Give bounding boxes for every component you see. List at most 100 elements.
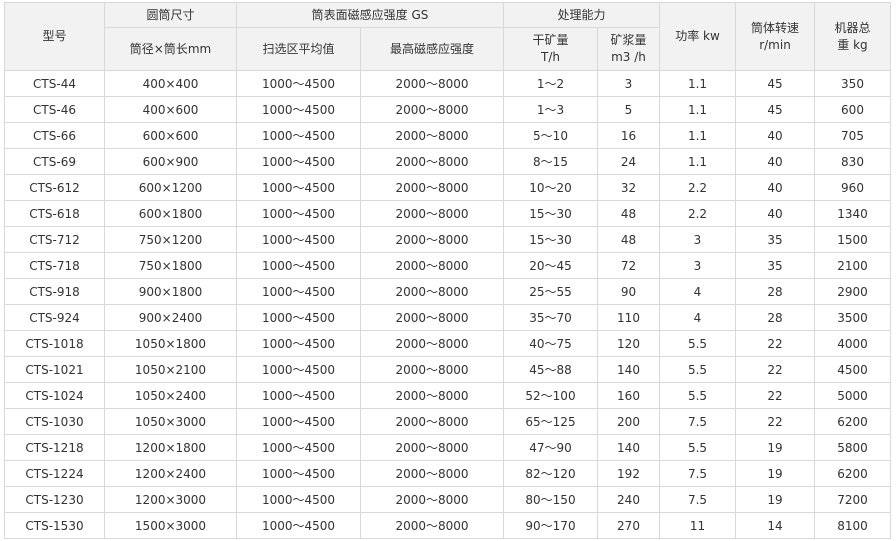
header-speed: 筒体转速 r/min xyxy=(735,2,815,71)
cell-dry-capacity: 65～125 xyxy=(503,408,598,435)
cell-dry-capacity: 10～20 xyxy=(503,174,598,201)
header-dry-line2: T/h xyxy=(541,50,560,64)
cell-power: 11 xyxy=(659,512,736,539)
cell-dry-capacity: 90～170 xyxy=(503,512,598,539)
cell-slurry-capacity: 32 xyxy=(597,174,660,201)
cell-field-avg: 1000～4500 xyxy=(236,304,361,331)
cell-slurry-capacity: 110 xyxy=(597,304,660,331)
cell-speed: 45 xyxy=(735,70,815,97)
cell-drum-size: 1050×2100 xyxy=(104,356,237,383)
cell-field-max: 2000～8000 xyxy=(360,512,504,539)
cell-field-avg: 1000～4500 xyxy=(236,278,361,305)
cell-speed: 40 xyxy=(735,200,815,227)
cell-field-avg: 1000～4500 xyxy=(236,122,361,149)
cell-power: 1.1 xyxy=(659,122,736,149)
cell-field-max: 2000～8000 xyxy=(360,408,504,435)
table-row: CTS-46 400×600 1000～4500 2000～8000 1～3 5 1.1 45… xyxy=(4,96,891,123)
header-capacity: 处理能力 xyxy=(503,2,660,28)
cell-field-max: 2000～8000 xyxy=(360,330,504,357)
cell-dry-capacity: 35～70 xyxy=(503,304,598,331)
header-row-1: 型号 圆筒尺寸 筒表面磁感应强度 GS 处理能力 功率 kw 筒体转速 r/mi… xyxy=(4,2,891,71)
cell-drum-size: 1500×3000 xyxy=(104,512,237,539)
cell-power: 7.5 xyxy=(659,460,736,487)
table-row: CTS-1224 1200×2400 1000～4500 2000～8000 82～12… xyxy=(4,460,891,487)
header-field-avg: 扫选区平均值 xyxy=(236,27,361,71)
cell-power: 4 xyxy=(659,278,736,305)
cell-drum-size: 600×600 xyxy=(104,122,237,149)
table-body: CTS-44 400×400 1000～4500 2000～8000 1～2 3 1.1 45… xyxy=(4,70,891,539)
cell-dry-capacity: 5～10 xyxy=(503,122,598,149)
cell-speed: 40 xyxy=(735,174,815,201)
cell-drum-size: 750×1200 xyxy=(104,226,237,253)
cell-weight: 830 xyxy=(814,148,891,175)
cell-speed: 35 xyxy=(735,252,815,279)
table-row: CTS-1218 1200×1800 1000～4500 2000～8000 47～90… xyxy=(4,434,891,461)
table-row: CTS-1530 1500×3000 1000～4500 2000～8000 90～17… xyxy=(4,512,891,539)
cell-dry-capacity: 25～55 xyxy=(503,278,598,305)
cell-speed: 40 xyxy=(735,122,815,149)
cell-power: 2.2 xyxy=(659,200,736,227)
cell-dry-capacity: 20～45 xyxy=(503,252,598,279)
cell-weight: 5800 xyxy=(814,434,891,461)
cell-slurry-capacity: 160 xyxy=(597,382,660,409)
cell-speed: 35 xyxy=(735,226,815,253)
cell-model: CTS-918 xyxy=(4,278,105,305)
cell-slurry-capacity: 140 xyxy=(597,356,660,383)
cell-dry-capacity: 82～120 xyxy=(503,460,598,487)
table-row: CTS-612 600×1200 1000～4500 2000～8000 10～20 32… xyxy=(4,174,891,201)
cell-model: CTS-1218 xyxy=(4,434,105,461)
cell-model: CTS-1530 xyxy=(4,512,105,539)
table-row: CTS-918 900×1800 1000～4500 2000～8000 25～55 90… xyxy=(4,278,891,305)
header-slurry-capacity: 矿浆量 m3 /h xyxy=(597,27,660,71)
header-dry-line1: 干矿量 xyxy=(532,33,569,47)
cell-weight: 3500 xyxy=(814,304,891,331)
cell-dry-capacity: 80～150 xyxy=(503,486,598,513)
cell-drum-size: 400×400 xyxy=(104,70,237,97)
cell-speed: 40 xyxy=(735,148,815,175)
cell-dry-capacity: 52～100 xyxy=(503,382,598,409)
cell-slurry-capacity: 24 xyxy=(597,148,660,175)
cell-weight: 6200 xyxy=(814,408,891,435)
cell-model: CTS-69 xyxy=(4,148,105,175)
cell-slurry-capacity: 140 xyxy=(597,434,660,461)
cell-slurry-capacity: 72 xyxy=(597,252,660,279)
cell-field-max: 2000～8000 xyxy=(360,460,504,487)
header-weight-line2: 重 kg xyxy=(837,37,868,52)
cell-speed: 45 xyxy=(735,96,815,123)
cell-power: 5.5 xyxy=(659,330,736,357)
cell-drum-size: 1200×1800 xyxy=(104,434,237,461)
cell-field-avg: 1000～4500 xyxy=(236,174,361,201)
cell-field-max: 2000～8000 xyxy=(360,278,504,305)
cell-model: CTS-1224 xyxy=(4,460,105,487)
header-field-max: 最高磁感应强度 xyxy=(360,27,504,71)
cell-weight: 350 xyxy=(814,70,891,97)
header-drum-size-sub: 筒径×筒长mm xyxy=(104,27,237,71)
cell-weight: 960 xyxy=(814,174,891,201)
cell-weight: 600 xyxy=(814,96,891,123)
cell-weight: 1340 xyxy=(814,200,891,227)
cell-weight: 705 xyxy=(814,122,891,149)
cell-field-avg: 1000～4500 xyxy=(236,512,361,539)
table-row: CTS-1030 1050×3000 1000～4500 2000～8000 65～12… xyxy=(4,408,891,435)
header-drum-size: 圆筒尺寸 xyxy=(104,2,237,28)
cell-field-max: 2000～8000 xyxy=(360,252,504,279)
cell-slurry-capacity: 270 xyxy=(597,512,660,539)
cell-field-avg: 1000～4500 xyxy=(236,96,361,123)
cell-field-max: 2000～8000 xyxy=(360,174,504,201)
cell-model: CTS-1021 xyxy=(4,356,105,383)
cell-dry-capacity: 1～3 xyxy=(503,96,598,123)
cell-speed: 22 xyxy=(735,382,815,409)
cell-drum-size: 750×1800 xyxy=(104,252,237,279)
cell-power: 3 xyxy=(659,226,736,253)
table-row: CTS-1230 1200×3000 1000～4500 2000～8000 80～15… xyxy=(4,486,891,513)
cell-dry-capacity: 47～90 xyxy=(503,434,598,461)
cell-weight: 4000 xyxy=(814,330,891,357)
cell-field-avg: 1000～4500 xyxy=(236,382,361,409)
cell-power: 5.5 xyxy=(659,434,736,461)
header-power: 功率 kw xyxy=(659,2,736,71)
cell-drum-size: 900×2400 xyxy=(104,304,237,331)
header-field-strength: 筒表面磁感应强度 GS xyxy=(236,2,504,28)
cell-field-avg: 1000～4500 xyxy=(236,200,361,227)
cell-weight: 2100 xyxy=(814,252,891,279)
cell-speed: 19 xyxy=(735,460,815,487)
